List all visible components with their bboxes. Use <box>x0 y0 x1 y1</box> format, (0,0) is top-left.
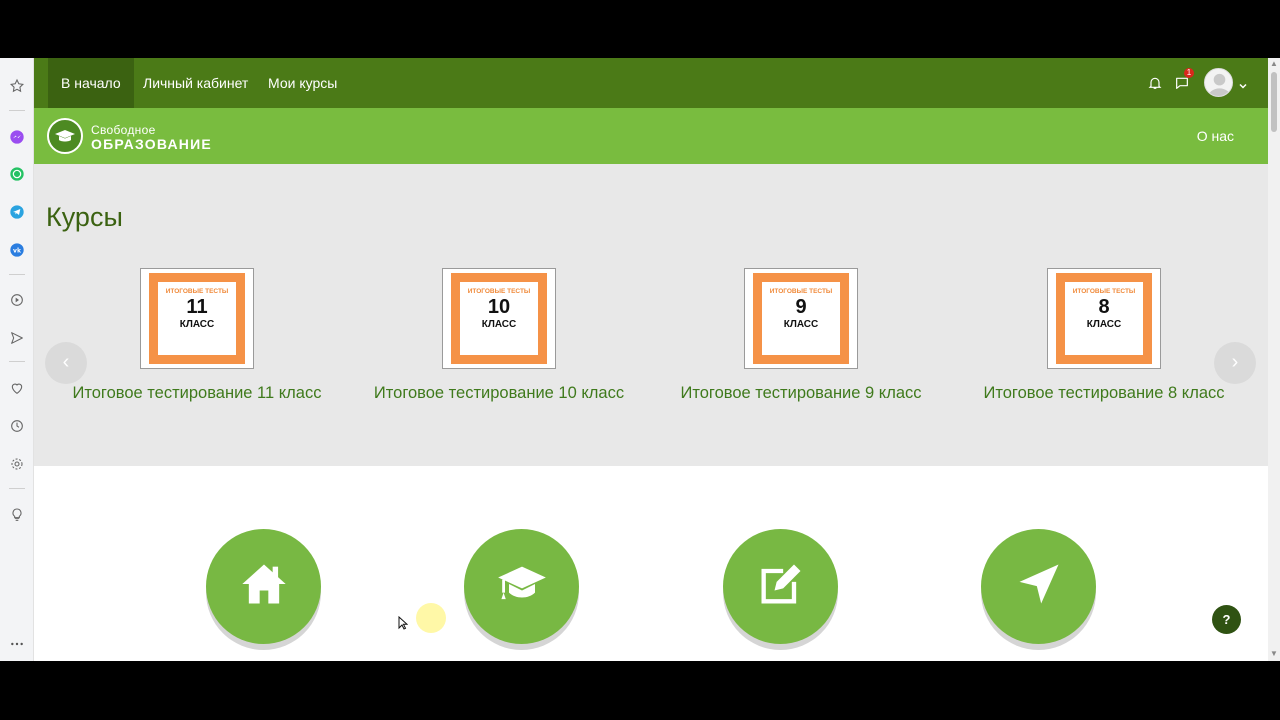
mouse-cursor-icon <box>398 615 409 630</box>
settings-icon[interactable] <box>7 454 27 474</box>
course-card[interactable]: ИТОГОВЫЕ ТЕСТЫ 9 КЛАСС Итоговое тестиров… <box>651 268 951 418</box>
site-header: Свободное ОБРАЗОВАНИЕ О нас <box>34 108 1268 164</box>
browser-sidebar: vk <box>0 58 34 661</box>
carousel-next-button[interactable]: › <box>1214 342 1256 384</box>
course-title-link[interactable]: Итоговое тестирование 10 класс <box>349 384 649 403</box>
thumb-class: КЛАСС <box>1086 319 1122 330</box>
whatsapp-icon[interactable] <box>7 164 27 184</box>
navigation-arrow-icon <box>1013 558 1065 615</box>
thumb-caption: ИТОГОВЫЕ ТЕСТЫ <box>769 288 833 295</box>
play-icon[interactable] <box>7 290 27 310</box>
lightbulb-icon[interactable] <box>7 505 27 525</box>
thumb-caption: ИТОГОВЫЕ ТЕСТЫ <box>1072 288 1136 295</box>
help-button[interactable]: ? <box>1212 605 1241 634</box>
thumb-caption: ИТОГОВЫЕ ТЕСТЫ <box>467 288 531 295</box>
star-icon[interactable] <box>7 76 27 96</box>
messages-badge: 1 <box>1184 68 1194 78</box>
heart-icon[interactable] <box>7 378 27 398</box>
chevron-down-icon[interactable] <box>1238 78 1248 89</box>
feature-education-button[interactable] <box>464 529 579 644</box>
bell-icon[interactable] <box>1147 75 1163 91</box>
thumb-class: КЛАСС <box>179 319 215 330</box>
telegram-icon[interactable] <box>7 202 27 222</box>
svg-text:vk: vk <box>13 247 22 254</box>
course-card[interactable]: ИТОГОВЫЕ ТЕСТЫ 8 КЛАСС Итоговое тестиров… <box>954 268 1254 418</box>
feature-home-button[interactable] <box>206 529 321 644</box>
edit-icon <box>755 558 807 615</box>
thumb-class: КЛАСС <box>481 319 517 330</box>
features-section: ? <box>34 466 1268 661</box>
scroll-down-icon[interactable]: ▼ <box>1270 650 1278 658</box>
nav-home-link[interactable]: В начало <box>48 58 134 108</box>
clock-icon[interactable] <box>7 416 27 436</box>
browser-viewport: vk В начало Личный кабинет Мои курсы 1 С… <box>0 58 1280 661</box>
course-thumbnail[interactable]: ИТОГОВЫЕ ТЕСТЫ 10 КЛАСС <box>442 268 556 369</box>
user-avatar[interactable] <box>1204 68 1233 97</box>
carousel-prev-button[interactable]: ‹ <box>45 342 87 384</box>
logo-icon[interactable] <box>47 118 83 154</box>
nav-my-courses-link[interactable]: Мои курсы <box>255 58 350 108</box>
logo-text-top: Свободное <box>91 123 156 137</box>
courses-title: Курсы <box>46 202 123 232</box>
web-page: В начало Личный кабинет Мои курсы 1 Своб… <box>34 58 1268 661</box>
send-icon[interactable] <box>7 328 27 348</box>
logo-text-bottom: ОБРАЗОВАНИЕ <box>91 136 212 152</box>
messenger-icon[interactable] <box>7 127 27 147</box>
course-card[interactable]: ИТОГОВЫЕ ТЕСТЫ 10 КЛАСС Итоговое тестиро… <box>349 268 649 418</box>
course-thumbnail[interactable]: ИТОГОВЫЕ ТЕСТЫ 8 КЛАСС <box>1047 268 1161 369</box>
thumb-caption: ИТОГОВЫЕ ТЕСТЫ <box>165 288 229 295</box>
course-title-link[interactable]: Итоговое тестирование 11 класс <box>47 384 347 403</box>
scrollbar-thumb[interactable] <box>1271 72 1277 132</box>
thumb-grade: 11 <box>186 296 208 318</box>
about-link[interactable]: О нас <box>1197 108 1234 164</box>
nav-dashboard-link[interactable]: Личный кабинет <box>130 58 261 108</box>
course-title-link[interactable]: Итоговое тестирование 8 класс <box>954 384 1254 403</box>
thumb-grade: 10 <box>487 296 511 318</box>
courses-section: Курсы ИТОГОВЫЕ ТЕСТЫ 11 КЛАСС Итоговое т… <box>34 164 1268 466</box>
course-thumbnail[interactable]: ИТОГОВЫЕ ТЕСТЫ 9 КЛАСС <box>744 268 858 369</box>
more-icon[interactable] <box>7 634 27 654</box>
thumb-grade: 9 <box>795 296 807 318</box>
vk-icon[interactable]: vk <box>7 240 27 260</box>
course-thumbnail[interactable]: ИТОГОВЫЕ ТЕСТЫ 11 КЛАСС <box>140 268 254 369</box>
top-navbar: В начало Личный кабинет Мои курсы 1 <box>34 58 1268 108</box>
graduation-cap-icon <box>496 558 548 615</box>
feature-navigate-button[interactable] <box>981 529 1096 644</box>
thumb-class: КЛАСС <box>783 319 819 330</box>
scroll-up-icon[interactable]: ▲ <box>1270 60 1278 68</box>
thumb-grade: 8 <box>1098 296 1110 318</box>
home-icon <box>238 558 290 615</box>
feature-tests-button[interactable] <box>723 529 838 644</box>
cursor-highlight <box>416 603 446 633</box>
course-card[interactable]: ИТОГОВЫЕ ТЕСТЫ 11 КЛАСС Итоговое тестиро… <box>47 268 347 418</box>
course-title-link[interactable]: Итоговое тестирование 9 класс <box>651 384 951 403</box>
page-scrollbar[interactable]: ▲ ▼ <box>1268 58 1280 661</box>
